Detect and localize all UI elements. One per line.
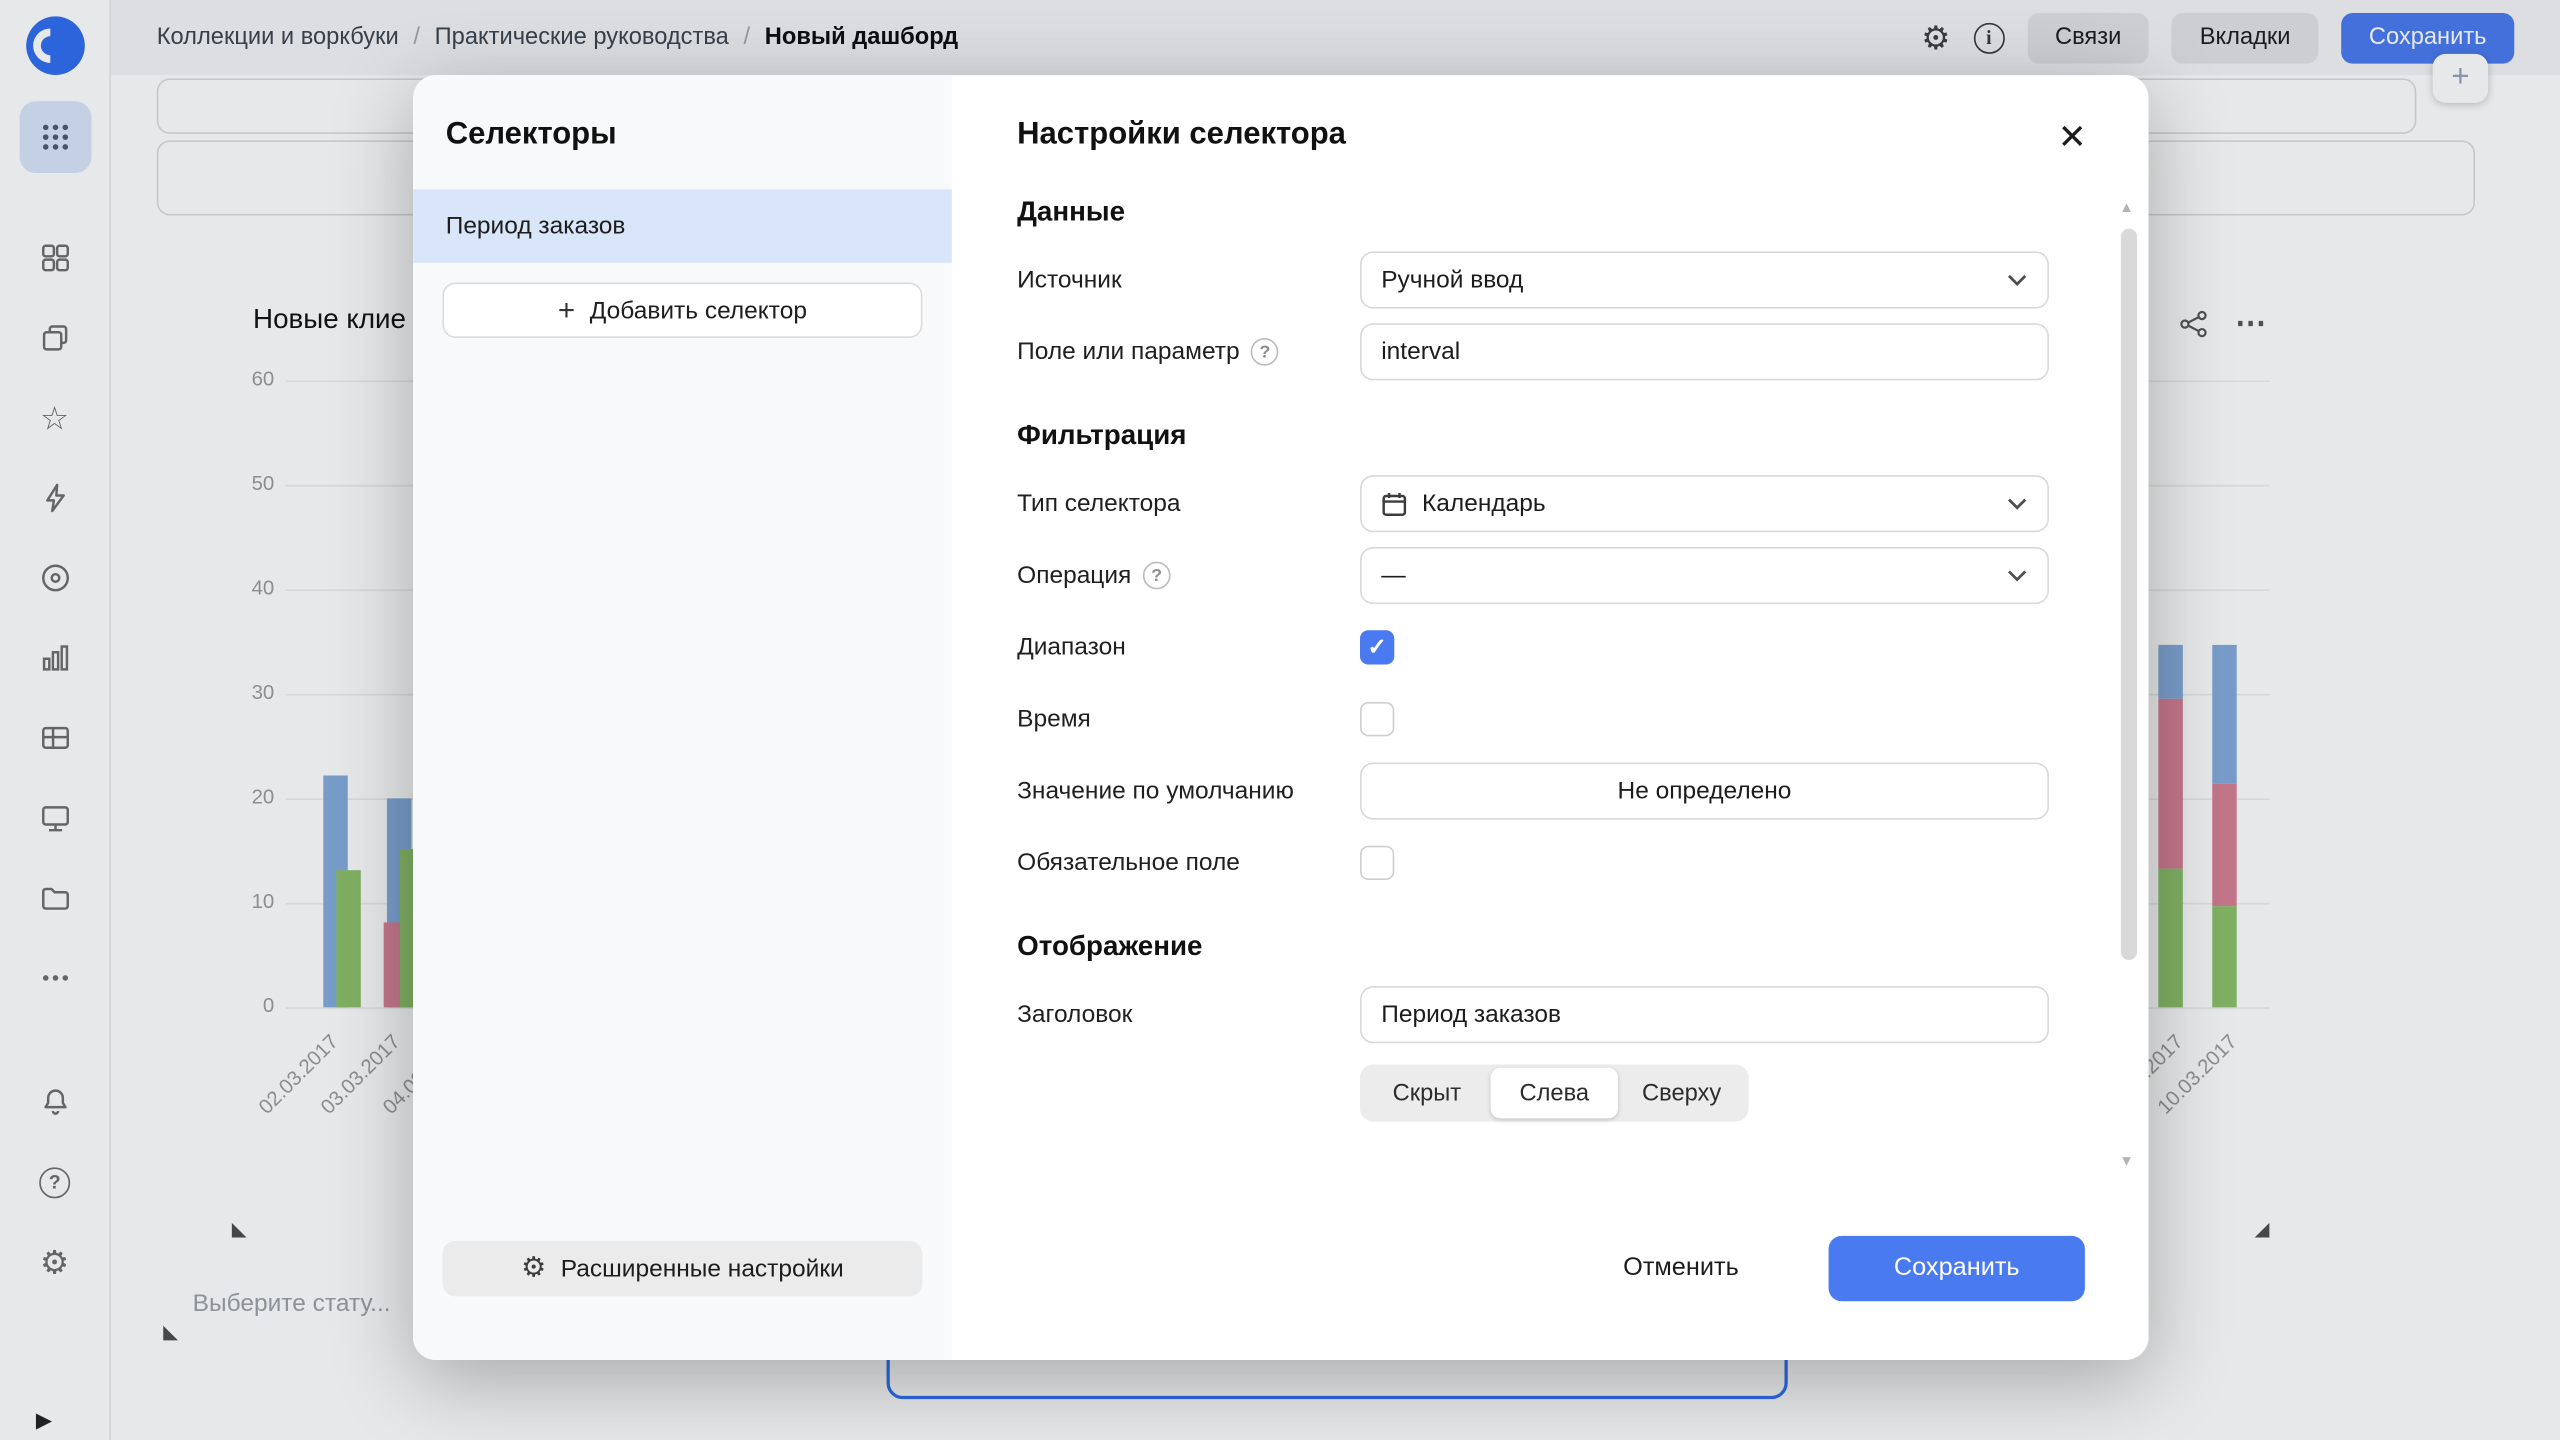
chevron-down-icon xyxy=(2007,273,2028,288)
selector-item-label: Период заказов xyxy=(446,212,626,240)
time-label: Время xyxy=(1017,705,1360,733)
required-checkbox[interactable] xyxy=(1360,846,1394,880)
advanced-settings-label: Расширенные настройки xyxy=(561,1255,844,1283)
advanced-settings-button[interactable]: ⚙ Расширенные настройки xyxy=(442,1241,922,1297)
field-input[interactable] xyxy=(1381,338,2028,366)
add-selector-label: Добавить селектор xyxy=(590,296,807,324)
scroll-down-arrow[interactable]: ▼ xyxy=(2119,1153,2134,1169)
settings-title: Настройки селектора xyxy=(1017,118,2148,154)
range-label: Диапазон xyxy=(1017,633,1360,661)
display-section-heading: Отображение xyxy=(1017,931,2050,964)
add-selector-button[interactable]: + Добавить селектор xyxy=(442,282,922,338)
operation-value: — xyxy=(1381,562,1992,590)
title-placement-segmented: Скрыт Слева Сверху xyxy=(1360,1064,1749,1121)
question-icon[interactable]: ? xyxy=(1251,338,1279,366)
question-icon[interactable]: ? xyxy=(1143,562,1171,590)
chevron-down-icon xyxy=(2007,568,2028,583)
operation-select[interactable]: — xyxy=(1360,547,2049,604)
operation-row: Операция ? — xyxy=(1017,547,2050,604)
source-label: Источник xyxy=(1017,266,1360,294)
dialog-footer: Отменить Сохранить xyxy=(1623,1236,2085,1301)
selector-type-label: Тип селектора xyxy=(1017,490,1360,518)
time-row: Время xyxy=(1017,691,2050,748)
default-value-row: Значение по умолчанию Не определено xyxy=(1017,762,2050,819)
placement-option-left[interactable]: Слева xyxy=(1491,1068,1618,1119)
selectors-panel: Селекторы Период заказов + Добавить селе… xyxy=(413,75,952,1360)
plus-icon: + xyxy=(558,296,575,325)
title-row: Заголовок xyxy=(1017,986,2050,1043)
calendar-icon xyxy=(1381,491,1407,517)
default-value-text: Не определено xyxy=(1618,777,1792,805)
close-icon[interactable]: ✕ xyxy=(2058,121,2087,155)
placement-option-hidden[interactable]: Скрыт xyxy=(1363,1068,1490,1119)
placement-option-top[interactable]: Сверху xyxy=(1618,1068,1745,1119)
default-value-button[interactable]: Не определено xyxy=(1360,762,2049,819)
range-checkbox[interactable]: ✓ xyxy=(1360,630,1394,664)
field-label: Поле или параметр ? xyxy=(1017,338,1360,366)
selector-type-row: Тип селектора Календарь xyxy=(1017,475,2050,532)
time-checkbox[interactable] xyxy=(1360,702,1394,736)
field-input-wrap xyxy=(1360,323,2049,380)
filter-section-heading: Фильтрация xyxy=(1017,420,2050,453)
selector-list-item[interactable]: Период заказов xyxy=(413,189,952,262)
default-value-label: Значение по умолчанию xyxy=(1017,777,1360,805)
data-section-heading: Данные xyxy=(1017,196,2050,229)
source-select[interactable]: Ручной ввод xyxy=(1360,251,2049,308)
title-input-wrap xyxy=(1360,986,2049,1043)
scrollbar-thumb[interactable] xyxy=(2121,229,2137,960)
source-value: Ручной ввод xyxy=(1381,266,1992,294)
scroll-up-arrow[interactable]: ▲ xyxy=(2119,199,2134,215)
required-row: Обязательное поле xyxy=(1017,834,2050,891)
title-input[interactable] xyxy=(1381,1001,2028,1029)
selectors-dialog: Селекторы Период заказов + Добавить селе… xyxy=(413,75,2149,1360)
settings-scroll-area: Данные Источник Ручной ввод Поле или пар… xyxy=(1017,189,2050,1133)
chevron-down-icon xyxy=(2007,496,2028,511)
app: ☆ xyxy=(0,0,2560,1440)
field-row: Поле или параметр ? xyxy=(1017,323,2050,380)
source-row: Источник Ручной ввод xyxy=(1017,251,2050,308)
selector-type-value: Календарь xyxy=(1422,490,1992,518)
required-label: Обязательное поле xyxy=(1017,849,1360,877)
cancel-button[interactable]: Отменить xyxy=(1623,1254,1739,1283)
dialog-save-button[interactable]: Сохранить xyxy=(1829,1236,2085,1301)
operation-label: Операция ? xyxy=(1017,562,1360,590)
range-row: Диапазон ✓ xyxy=(1017,619,2050,676)
selector-settings-panel: Настройки селектора ✕ Данные Источник Ру… xyxy=(952,75,2149,1360)
selector-type-select[interactable]: Календарь xyxy=(1360,475,2049,532)
selectors-panel-title: Селекторы xyxy=(446,118,952,154)
title-label: Заголовок xyxy=(1017,1001,1360,1029)
gear-icon: ⚙ xyxy=(521,1252,546,1285)
